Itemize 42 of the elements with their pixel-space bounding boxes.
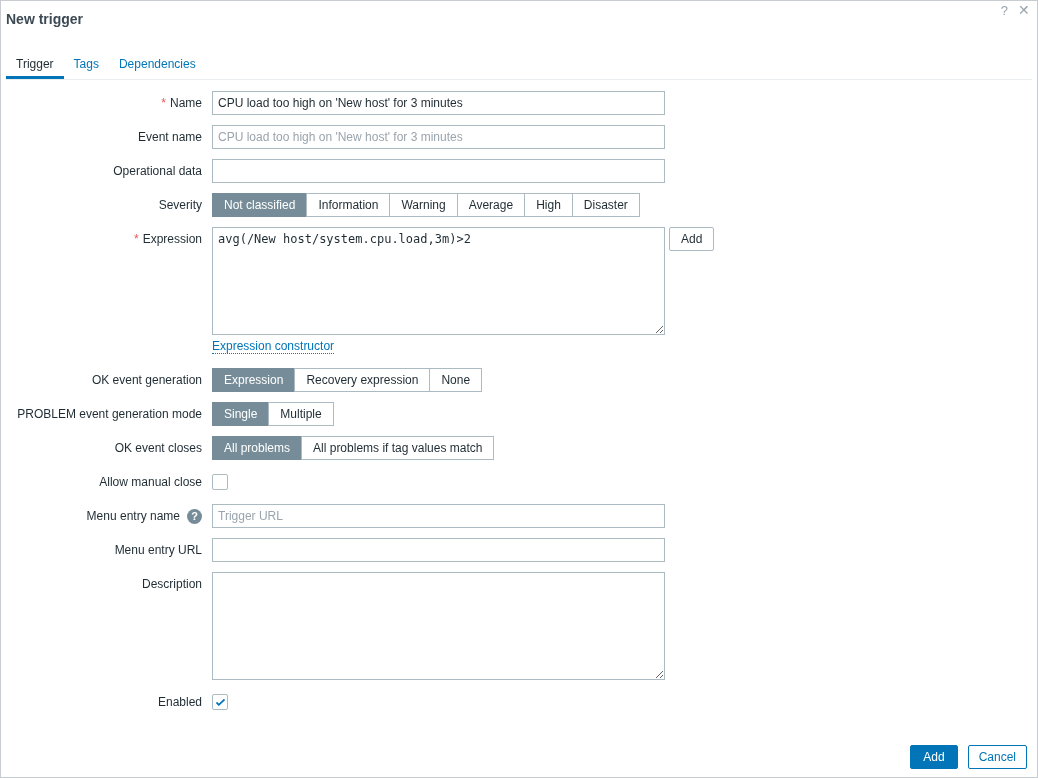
expression-field[interactable]: avg(/New host/system.cpu.load,3m)>2 <box>212 227 665 335</box>
checkbox[interactable] <box>212 694 228 710</box>
field-label: Severity <box>158 198 202 212</box>
radio-option[interactable]: Information <box>306 193 391 217</box>
field-label: Event name <box>137 130 202 144</box>
field-label: OK event generation <box>91 373 202 387</box>
field-label: Allow manual close <box>99 475 202 489</box>
tab[interactable]: Dependencies <box>108 51 206 79</box>
field-label: OK event closes <box>114 441 202 455</box>
text-field[interactable] <box>212 159 665 183</box>
text-field[interactable]: CPU load too high on 'New host' for 3 minutes <box>212 91 665 115</box>
description-field[interactable] <box>212 572 665 680</box>
required-asterisk: * <box>133 232 139 246</box>
field-label: Enabled <box>157 695 202 709</box>
tab[interactable]: Tags <box>63 51 109 79</box>
field-label: Name <box>170 96 202 110</box>
field-label: Expression <box>142 232 202 246</box>
text-field[interactable] <box>212 538 665 562</box>
radio-option[interactable]: Multiple <box>268 402 334 426</box>
radio-option[interactable]: Recovery expression <box>294 368 431 392</box>
add-button[interactable]: Add <box>669 227 715 251</box>
cancel-button[interactable]: Cancel <box>967 745 1027 769</box>
radio-option[interactable]: Disaster <box>571 193 640 217</box>
field-label: Menu entry URL <box>114 543 202 557</box>
radio-option[interactable]: All problems if tag values match <box>301 436 495 460</box>
text-field[interactable]: CPU load too high on 'New host' for 3 minutes <box>212 125 665 149</box>
required-asterisk: * <box>161 96 166 110</box>
add-button[interactable]: Add <box>910 745 958 769</box>
field-label: Operational data <box>113 164 202 178</box>
expression-constructor-link[interactable]: Expression constructor <box>212 339 335 354</box>
checkmark-icon <box>215 698 225 706</box>
dialog-title: New trigger <box>6 11 83 27</box>
field-label: PROBLEM event generation mode <box>17 407 202 421</box>
field-label: Menu entry name <box>86 509 180 523</box>
radio-option[interactable]: Warning <box>389 193 458 217</box>
radio-option[interactable]: High <box>524 193 573 217</box>
checkbox[interactable] <box>212 474 228 490</box>
tab[interactable]: Trigger <box>6 51 64 79</box>
text-field[interactable]: Trigger URL <box>212 504 665 528</box>
radio-option[interactable]: None <box>429 368 483 392</box>
radio-option[interactable]: Average <box>456 193 526 217</box>
field-label: Description <box>141 577 202 591</box>
